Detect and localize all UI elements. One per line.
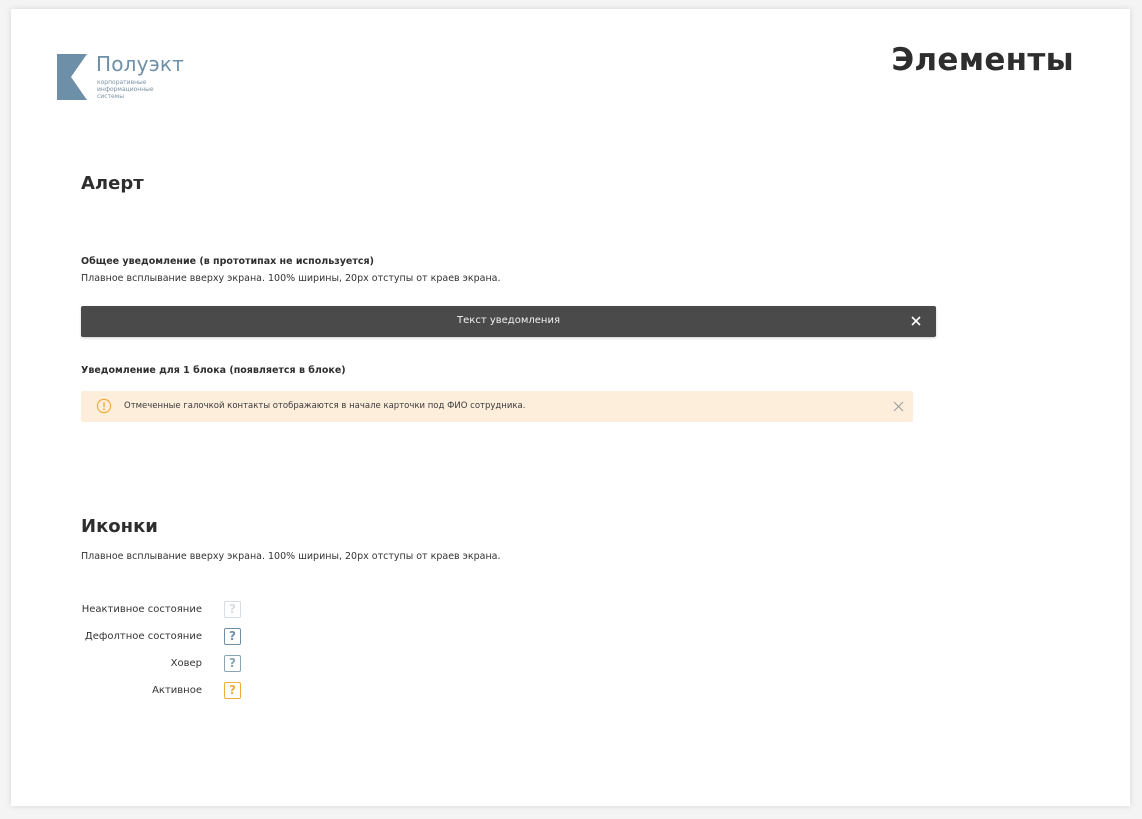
block-alert-text: Отмеченные галочкой контакты отображаютс… — [124, 401, 526, 411]
help-icon[interactable]: ? — [224, 655, 241, 672]
logo-tagline: корпоративные информационные системы — [97, 79, 154, 100]
logo-name: Полуэкт — [96, 52, 185, 76]
icon-state-hover: Ховер ? — [71, 655, 241, 675]
general-alert-heading: Общее уведомление (в прототипах не испол… — [81, 256, 374, 267]
company-logo: Полуэкт корпоративные информационные сис… — [57, 52, 197, 114]
icon-state-default: Дефолтное состояние ? — [71, 628, 241, 648]
block-alert: Отмеченные галочкой контакты отображаютс… — [81, 391, 913, 422]
section-title-icons: Иконки — [81, 516, 158, 537]
section-title-alert: Алерт — [81, 173, 144, 194]
icons-description: Плавное всплывание вверху экрана. 100% ш… — [81, 551, 501, 562]
icon-state-label: Дефолтное состояние — [84, 631, 202, 642]
icon-state-inactive: Неактивное состояние ? — [71, 601, 241, 621]
icon-state-active: Активное ? — [71, 682, 241, 702]
icon-state-label: Ховер — [170, 658, 202, 669]
help-icon: ? — [224, 601, 241, 618]
close-icon[interactable] — [908, 313, 924, 329]
general-alert-description: Плавное всплывание вверху экрана. 100% ш… — [81, 273, 501, 284]
help-icon[interactable]: ? — [224, 628, 241, 645]
page-title: Элементы — [891, 42, 1074, 78]
icon-state-label: Активное — [152, 685, 202, 696]
close-icon[interactable] — [893, 401, 904, 412]
block-alert-heading: Уведомление для 1 блока (появляется в бл… — [81, 365, 346, 376]
page-canvas: Полуэкт корпоративные информационные сис… — [11, 9, 1130, 806]
logo-mark-icon — [57, 54, 87, 100]
help-icon[interactable]: ? — [224, 682, 241, 699]
toast-text: Текст уведомления — [457, 315, 560, 326]
icon-state-label: Неактивное состояние — [81, 604, 202, 615]
toast-notification: Текст уведомления — [81, 306, 936, 337]
info-icon — [96, 398, 112, 414]
